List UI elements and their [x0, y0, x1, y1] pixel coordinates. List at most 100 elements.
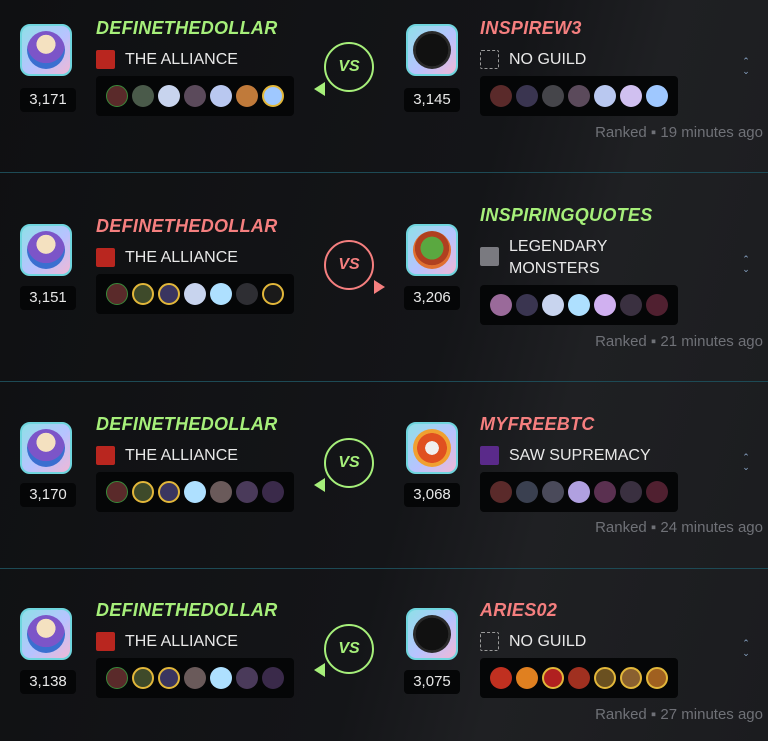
player-avatar[interactable] [406, 224, 458, 276]
monster-icon[interactable] [542, 294, 564, 316]
guild-name[interactable]: THE ALLIANCE [125, 445, 238, 467]
battle-meta: Ranked ▪ 21 minutes ago [595, 333, 763, 350]
monster-icon[interactable] [106, 85, 128, 107]
monster-icon[interactable] [262, 667, 284, 689]
player-avatar[interactable] [20, 608, 72, 660]
alliance-banner-icon [96, 632, 115, 651]
guild-name[interactable]: NO GUILD [509, 49, 586, 71]
guild-name[interactable]: THE ALLIANCE [125, 49, 238, 71]
monster-icon[interactable] [184, 667, 206, 689]
monster-icon[interactable] [516, 294, 538, 316]
player-avatar[interactable] [20, 24, 72, 76]
monster-icon[interactable] [262, 283, 284, 305]
monster-icon[interactable] [236, 85, 258, 107]
monster-icon[interactable] [210, 481, 232, 503]
team-lineup[interactable] [96, 658, 294, 698]
player-avatar[interactable] [20, 224, 72, 276]
monster-icon[interactable] [236, 667, 258, 689]
winner-arrow-icon [374, 280, 385, 294]
monster-icon[interactable] [184, 283, 206, 305]
monster-icon[interactable] [594, 294, 616, 316]
player-avatar[interactable] [406, 422, 458, 474]
monster-icon[interactable] [542, 85, 564, 107]
battle-row[interactable]: 3,171 DEFINETHEDOLLAR THE ALLIANCE VS 3,… [0, 0, 768, 172]
player-name[interactable]: ARIES02 [480, 600, 557, 621]
player-name[interactable]: MYFREEBTC [480, 414, 595, 435]
expand-chevron-icon[interactable]: ⌃ ⌄ [740, 452, 752, 474]
monster-icon[interactable] [568, 667, 590, 689]
monster-icon[interactable] [158, 283, 180, 305]
monster-icon[interactable] [262, 481, 284, 503]
player-avatar[interactable] [406, 24, 458, 76]
monster-icon[interactable] [542, 667, 564, 689]
team-lineup[interactable] [480, 472, 678, 512]
monster-icon[interactable] [158, 667, 180, 689]
guild-name[interactable]: SAW SUPREMACY [509, 445, 651, 467]
monster-icon[interactable] [594, 667, 616, 689]
monster-icon[interactable] [620, 667, 642, 689]
monster-icon[interactable] [646, 85, 668, 107]
guild-name[interactable]: NO GUILD [509, 631, 586, 653]
monster-icon[interactable] [236, 283, 258, 305]
monster-icon[interactable] [490, 667, 512, 689]
team-lineup[interactable] [480, 76, 678, 116]
monster-icon[interactable] [568, 294, 590, 316]
guild-name-line1[interactable]: LEGENDARY [509, 236, 607, 258]
monster-icon[interactable] [594, 85, 616, 107]
monster-icon[interactable] [516, 667, 538, 689]
monster-icon[interactable] [542, 481, 564, 503]
monster-icon[interactable] [132, 283, 154, 305]
player-name[interactable]: INSPIREW3 [480, 18, 582, 39]
monster-icon[interactable] [568, 481, 590, 503]
battle-row[interactable]: 3,151 DEFINETHEDOLLAR THE ALLIANCE VS 3,… [0, 173, 768, 381]
monster-icon[interactable] [106, 283, 128, 305]
monster-icon[interactable] [236, 481, 258, 503]
guild-name[interactable]: THE ALLIANCE [125, 631, 238, 653]
team-lineup[interactable] [96, 274, 294, 314]
monster-icon[interactable] [568, 85, 590, 107]
monster-icon[interactable] [262, 85, 284, 107]
player-name[interactable]: DEFINETHEDOLLAR [96, 18, 278, 39]
team-lineup[interactable] [96, 76, 294, 116]
monster-icon[interactable] [106, 481, 128, 503]
monster-icon[interactable] [620, 481, 642, 503]
monster-icon[interactable] [646, 481, 668, 503]
player-avatar[interactable] [406, 608, 458, 660]
monster-icon[interactable] [620, 294, 642, 316]
monster-icon[interactable] [620, 85, 642, 107]
monster-icon[interactable] [184, 481, 206, 503]
team-lineup[interactable] [96, 472, 294, 512]
player-name[interactable]: DEFINETHEDOLLAR [96, 216, 278, 237]
player-name[interactable]: DEFINETHEDOLLAR [96, 600, 278, 621]
monster-icon[interactable] [516, 85, 538, 107]
player-avatar[interactable] [20, 422, 72, 474]
guild-name-line2[interactable]: MONSTERS [509, 258, 600, 280]
monster-icon[interactable] [210, 85, 232, 107]
monster-icon[interactable] [132, 481, 154, 503]
monster-icon[interactable] [106, 667, 128, 689]
team-lineup[interactable] [480, 658, 678, 698]
monster-icon[interactable] [646, 294, 668, 316]
expand-chevron-icon[interactable]: ⌃ ⌄ [740, 254, 752, 276]
monster-icon[interactable] [490, 481, 512, 503]
monster-icon[interactable] [132, 85, 154, 107]
battle-row[interactable]: 3,138 DEFINETHEDOLLAR THE ALLIANCE VS 3,… [0, 569, 768, 741]
expand-chevron-icon[interactable]: ⌃ ⌄ [740, 56, 752, 78]
guild-name[interactable]: THE ALLIANCE [125, 247, 238, 269]
player-name[interactable]: INSPIRINGQUOTES [480, 205, 653, 226]
monster-icon[interactable] [184, 85, 206, 107]
monster-icon[interactable] [158, 85, 180, 107]
monster-icon[interactable] [490, 294, 512, 316]
battle-row[interactable]: 3,170 DEFINETHEDOLLAR THE ALLIANCE VS 3,… [0, 382, 768, 568]
monster-icon[interactable] [490, 85, 512, 107]
monster-icon[interactable] [516, 481, 538, 503]
monster-icon[interactable] [132, 667, 154, 689]
monster-icon[interactable] [210, 667, 232, 689]
monster-icon[interactable] [158, 481, 180, 503]
monster-icon[interactable] [594, 481, 616, 503]
monster-icon[interactable] [646, 667, 668, 689]
team-lineup[interactable] [480, 285, 678, 325]
monster-icon[interactable] [210, 283, 232, 305]
player-name[interactable]: DEFINETHEDOLLAR [96, 414, 278, 435]
expand-chevron-icon[interactable]: ⌃ ⌄ [740, 638, 752, 660]
